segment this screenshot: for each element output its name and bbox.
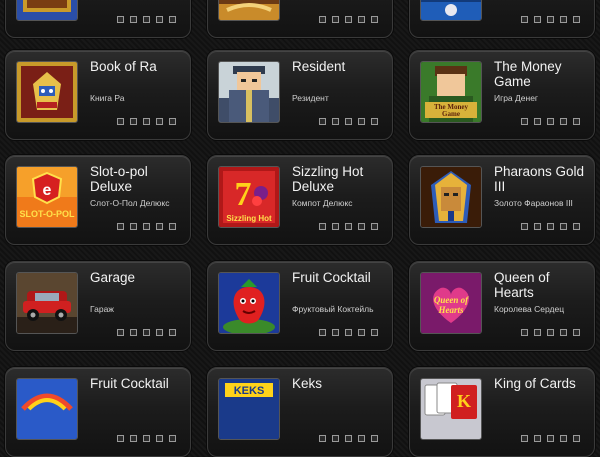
money-game-icon: The Money Game: [420, 61, 482, 123]
svg-text:e: e: [43, 182, 52, 199]
pearl-icon: [420, 0, 482, 21]
game-subtitle: Компот Делюкс: [292, 198, 353, 208]
strawberry-icon: [218, 272, 280, 334]
fruit-cocktail-icon: [16, 378, 78, 440]
rating-dots: [117, 329, 176, 336]
svg-text:Game: Game: [442, 110, 460, 118]
book-of-ra-deluxe-icon: [16, 0, 78, 21]
game-title: Sizzling Hot Deluxe: [292, 164, 364, 194]
game-card[interactable]: 7 Sizzling Hot Sizzling Hot Deluxe Компо…: [207, 155, 393, 245]
game-title: Book of Ra: [90, 59, 157, 74]
game-card[interactable]: Queen of Hearts Queen of Hearts Королева…: [409, 261, 595, 351]
sizzling-hot-icon: 7 Sizzling Hot: [218, 166, 280, 228]
keks-icon: KEKS: [218, 378, 280, 440]
game-title: Resident: [292, 59, 346, 74]
rating-dots: [319, 329, 378, 336]
game-card[interactable]: e SLOT-O-POL Slot-o-pol Deluxe Слот-О-По…: [5, 155, 191, 245]
game-subtitle: Гараж: [90, 304, 114, 314]
game-subtitle: Фруктовый Коктейль: [292, 304, 374, 314]
pharaoh-icon: [420, 166, 482, 228]
rating-dots: [521, 435, 580, 442]
game-subtitle: Резидент: [292, 93, 329, 103]
game-card[interactable]: K King of Cards: [409, 367, 595, 457]
game-title: King of Cards: [494, 376, 576, 391]
game-card[interactable]: Book of Ra Книга Ра: [5, 50, 191, 140]
game-card[interactable]: KEKS Keks: [207, 367, 393, 457]
queen-of-hearts-icon: Queen of Hearts: [420, 272, 482, 334]
game-subtitle: Королева Сердец: [494, 304, 565, 314]
game-card[interactable]: The Money Game The Money Game Игра Денег: [409, 50, 595, 140]
games-grid: Book of Ra Книга Ра Resident Резидент Th…: [0, 0, 600, 457]
game-subtitle: Книга Ра: [90, 93, 125, 103]
resident-icon: [218, 61, 280, 123]
rating-dots: [117, 435, 176, 442]
king-of-cards-icon: K: [420, 378, 482, 440]
game-card[interactable]: [5, 0, 191, 38]
slot-o-pol-icon: e SLOT-O-POL: [16, 166, 78, 228]
rating-dots: [521, 16, 580, 23]
svg-text:K: K: [457, 391, 471, 411]
rating-dots: [117, 16, 176, 23]
rating-dots: [117, 223, 176, 230]
rating-dots: [521, 329, 580, 336]
game-title: The Money Game: [494, 59, 562, 89]
game-title: Queen of Hearts: [494, 270, 550, 300]
svg-text:KEKS: KEKS: [234, 385, 265, 397]
game-card[interactable]: Fruit Cocktail: [5, 367, 191, 457]
svg-text:Queen of: Queen of: [434, 295, 469, 305]
garage-car-icon: [16, 272, 78, 334]
game-title: Slot-o-pol Deluxe: [90, 164, 148, 194]
game-card[interactable]: [207, 0, 393, 38]
game-title: Garage: [90, 270, 136, 285]
rating-dots: [521, 223, 580, 230]
rating-dots: [319, 435, 378, 442]
rating-dots: [319, 16, 378, 23]
svg-text:Hearts: Hearts: [437, 305, 463, 315]
game-card[interactable]: Garage Гараж: [5, 261, 191, 351]
columbus-icon: [218, 0, 280, 21]
game-title: Keks: [292, 376, 323, 391]
svg-text:Sizzling Hot: Sizzling Hot: [226, 214, 272, 223]
game-card[interactable]: Fruit Cocktail Фруктовый Коктейль: [207, 261, 393, 351]
rating-dots: [117, 118, 176, 125]
game-card[interactable]: Pharaons Gold III Золото Фараонов III: [409, 155, 595, 245]
game-subtitle: Игра Денег: [494, 93, 539, 103]
game-card[interactable]: Resident Резидент: [207, 50, 393, 140]
svg-text:SLOT-O-POL: SLOT-O-POL: [20, 209, 76, 219]
rating-dots: [319, 118, 378, 125]
game-title: Fruit Cocktail: [292, 270, 371, 285]
game-title: Pharaons Gold III: [494, 164, 585, 194]
rating-dots: [521, 118, 580, 125]
svg-text:7: 7: [235, 176, 252, 213]
book-of-ra-icon: [16, 61, 78, 123]
game-title: Fruit Cocktail: [90, 376, 169, 391]
rating-dots: [319, 223, 378, 230]
game-card[interactable]: [409, 0, 595, 38]
game-subtitle: Золото Фараонов III: [494, 198, 573, 208]
game-subtitle: Слот-О-Пол Делюкс: [90, 198, 170, 208]
